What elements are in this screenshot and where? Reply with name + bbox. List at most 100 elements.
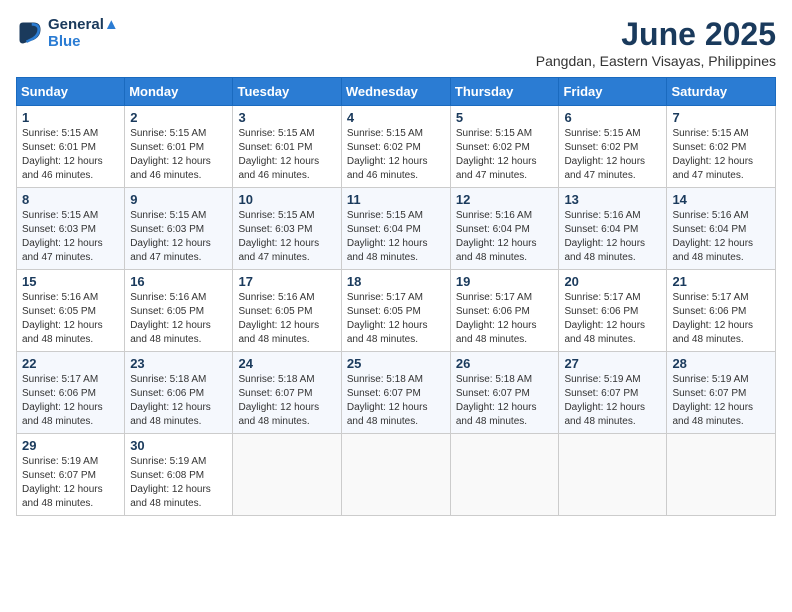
day-number: 23 <box>130 356 227 371</box>
day-number: 29 <box>22 438 119 453</box>
daylight-text: Daylight: 12 hours <box>564 402 645 413</box>
daylight-text: Daylight: 12 hours <box>672 156 753 167</box>
daylight-text: Daylight: 12 hours <box>238 156 319 167</box>
calendar-week-3: 15 Sunrise: 5:16 AM Sunset: 6:05 PM Dayl… <box>17 270 776 352</box>
daylight-minutes: and 48 minutes. <box>672 416 743 427</box>
calendar-table: SundayMondayTuesdayWednesdayThursdayFrid… <box>16 77 776 516</box>
daylight-minutes: and 47 minutes. <box>456 170 527 181</box>
sunrise-text: Sunrise: 5:15 AM <box>130 210 206 221</box>
sunset-text: Sunset: 6:07 PM <box>238 388 312 399</box>
logo-icon <box>16 19 44 47</box>
day-number: 10 <box>238 192 335 207</box>
sunrise-text: Sunrise: 5:18 AM <box>347 374 423 385</box>
calendar-cell: 11 Sunrise: 5:15 AM Sunset: 6:04 PM Dayl… <box>341 188 450 270</box>
sunset-text: Sunset: 6:01 PM <box>130 142 204 153</box>
sunrise-text: Sunrise: 5:16 AM <box>22 292 98 303</box>
calendar-cell: 3 Sunrise: 5:15 AM Sunset: 6:01 PM Dayli… <box>233 106 341 188</box>
day-number: 17 <box>238 274 335 289</box>
daylight-minutes: and 48 minutes. <box>347 252 418 263</box>
daylight-text: Daylight: 12 hours <box>672 238 753 249</box>
daylight-text: Daylight: 12 hours <box>564 156 645 167</box>
sunset-text: Sunset: 6:01 PM <box>238 142 312 153</box>
daylight-text: Daylight: 12 hours <box>564 238 645 249</box>
daylight-text: Daylight: 12 hours <box>347 238 428 249</box>
daylight-text: Daylight: 12 hours <box>130 320 211 331</box>
sunrise-text: Sunrise: 5:18 AM <box>456 374 532 385</box>
day-info: Sunrise: 5:18 AM Sunset: 6:06 PM Dayligh… <box>130 373 227 429</box>
day-info: Sunrise: 5:16 AM Sunset: 6:05 PM Dayligh… <box>238 291 335 347</box>
day-info: Sunrise: 5:17 AM Sunset: 6:06 PM Dayligh… <box>456 291 554 347</box>
daylight-minutes: and 46 minutes. <box>22 170 93 181</box>
sunset-text: Sunset: 6:06 PM <box>22 388 96 399</box>
logo-text: General▲ Blue <box>48 16 119 50</box>
day-info: Sunrise: 5:16 AM Sunset: 6:04 PM Dayligh… <box>564 209 661 265</box>
sunrise-text: Sunrise: 5:16 AM <box>564 210 640 221</box>
location-subtitle: Pangdan, Eastern Visayas, Philippines <box>536 53 776 69</box>
day-info: Sunrise: 5:15 AM Sunset: 6:02 PM Dayligh… <box>564 127 661 183</box>
sunrise-text: Sunrise: 5:16 AM <box>130 292 206 303</box>
day-number: 15 <box>22 274 119 289</box>
day-number: 13 <box>564 192 661 207</box>
sunset-text: Sunset: 6:02 PM <box>456 142 530 153</box>
daylight-minutes: and 48 minutes. <box>22 498 93 509</box>
sunset-text: Sunset: 6:06 PM <box>672 306 746 317</box>
sunset-text: Sunset: 6:07 PM <box>564 388 638 399</box>
day-info: Sunrise: 5:15 AM Sunset: 6:03 PM Dayligh… <box>238 209 335 265</box>
day-info: Sunrise: 5:15 AM Sunset: 6:02 PM Dayligh… <box>456 127 554 183</box>
daylight-minutes: and 47 minutes. <box>564 170 635 181</box>
day-info: Sunrise: 5:19 AM Sunset: 6:07 PM Dayligh… <box>672 373 770 429</box>
sunrise-text: Sunrise: 5:15 AM <box>238 128 314 139</box>
daylight-text: Daylight: 12 hours <box>456 320 537 331</box>
day-number: 27 <box>564 356 661 371</box>
daylight-text: Daylight: 12 hours <box>347 156 428 167</box>
day-info: Sunrise: 5:15 AM Sunset: 6:01 PM Dayligh… <box>238 127 335 183</box>
title-block: June 2025 Pangdan, Eastern Visayas, Phil… <box>536 16 776 69</box>
day-number: 4 <box>347 110 445 125</box>
daylight-minutes: and 48 minutes. <box>130 498 201 509</box>
day-number: 14 <box>672 192 770 207</box>
day-number: 9 <box>130 192 227 207</box>
calendar-cell: 8 Sunrise: 5:15 AM Sunset: 6:03 PM Dayli… <box>17 188 125 270</box>
calendar-week-4: 22 Sunrise: 5:17 AM Sunset: 6:06 PM Dayl… <box>17 352 776 434</box>
sunrise-text: Sunrise: 5:15 AM <box>130 128 206 139</box>
calendar-header-friday: Friday <box>559 78 667 106</box>
day-info: Sunrise: 5:18 AM Sunset: 6:07 PM Dayligh… <box>456 373 554 429</box>
calendar-header-saturday: Saturday <box>667 78 776 106</box>
daylight-text: Daylight: 12 hours <box>672 402 753 413</box>
calendar-header-thursday: Thursday <box>450 78 559 106</box>
calendar-header-monday: Monday <box>125 78 233 106</box>
day-info: Sunrise: 5:17 AM Sunset: 6:06 PM Dayligh… <box>672 291 770 347</box>
sunset-text: Sunset: 6:02 PM <box>564 142 638 153</box>
sunset-text: Sunset: 6:05 PM <box>22 306 96 317</box>
day-info: Sunrise: 5:15 AM Sunset: 6:01 PM Dayligh… <box>130 127 227 183</box>
day-number: 30 <box>130 438 227 453</box>
sunset-text: Sunset: 6:02 PM <box>347 142 421 153</box>
calendar-cell: 29 Sunrise: 5:19 AM Sunset: 6:07 PM Dayl… <box>17 434 125 516</box>
day-number: 5 <box>456 110 554 125</box>
daylight-minutes: and 47 minutes. <box>672 170 743 181</box>
day-number: 24 <box>238 356 335 371</box>
page-header: General▲ Blue June 2025 Pangdan, Eastern… <box>16 16 776 69</box>
daylight-minutes: and 46 minutes. <box>347 170 418 181</box>
daylight-text: Daylight: 12 hours <box>456 402 537 413</box>
day-number: 1 <box>22 110 119 125</box>
sunset-text: Sunset: 6:03 PM <box>130 224 204 235</box>
daylight-minutes: and 48 minutes. <box>456 416 527 427</box>
calendar-cell: 27 Sunrise: 5:19 AM Sunset: 6:07 PM Dayl… <box>559 352 667 434</box>
daylight-minutes: and 48 minutes. <box>238 416 309 427</box>
calendar-cell: 26 Sunrise: 5:18 AM Sunset: 6:07 PM Dayl… <box>450 352 559 434</box>
daylight-minutes: and 47 minutes. <box>238 252 309 263</box>
sunset-text: Sunset: 6:02 PM <box>672 142 746 153</box>
day-number: 7 <box>672 110 770 125</box>
calendar-cell <box>667 434 776 516</box>
sunset-text: Sunset: 6:04 PM <box>456 224 530 235</box>
day-info: Sunrise: 5:17 AM Sunset: 6:06 PM Dayligh… <box>22 373 119 429</box>
sunrise-text: Sunrise: 5:16 AM <box>238 292 314 303</box>
daylight-text: Daylight: 12 hours <box>347 320 428 331</box>
day-info: Sunrise: 5:15 AM Sunset: 6:01 PM Dayligh… <box>22 127 119 183</box>
sunrise-text: Sunrise: 5:15 AM <box>456 128 532 139</box>
calendar-cell: 23 Sunrise: 5:18 AM Sunset: 6:06 PM Dayl… <box>125 352 233 434</box>
daylight-minutes: and 48 minutes. <box>456 334 527 345</box>
sunset-text: Sunset: 6:07 PM <box>672 388 746 399</box>
daylight-text: Daylight: 12 hours <box>22 238 103 249</box>
